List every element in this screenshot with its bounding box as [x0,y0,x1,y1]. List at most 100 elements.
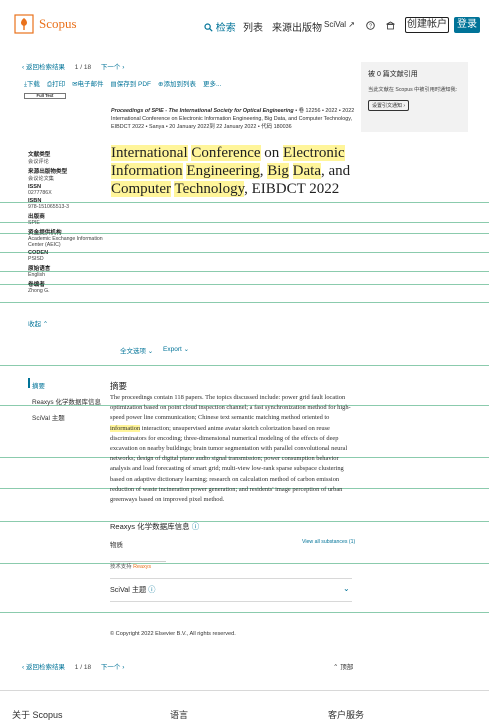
action-bar: ⤓下载 ⎙打印 ✉电子邮件 ▤保存到 PDF ⊕添加到列表 更多... [24,78,221,89]
metadata-value: 978-151065513-3 [28,204,69,210]
metadata-label: 资金提供机构 [28,228,104,236]
abstract-heading: 摘要 [110,381,128,391]
metadata-list: 文献类型 会议评论 来源出版物类型 会议论文集 ISSN 0277786X ISBN 978-… [28,150,104,296]
journal-link[interactable]: Proceedings of SPIE - The International … [111,108,294,114]
powered-by: 技术支持 Reaxys [110,564,152,570]
metadata-value: Zhong G. [28,288,50,294]
collapse-toggle[interactable]: 收起 ⌃ [28,318,48,328]
guide-line [0,521,489,522]
full-text-button[interactable]: Full Text [24,93,66,99]
cited-by-heading: 被 0 篇文献引用 [368,71,418,78]
footer-about: 关于 Scopus [12,710,63,720]
metadata-label: 出版商 [28,214,45,220]
substance-row [110,555,166,562]
nav-scival[interactable]: SciVal ↗ [324,20,355,29]
add-to-list-action[interactable]: ⊕添加到列表 [158,78,196,89]
abstract-highlight: information [110,424,141,432]
download-action[interactable]: ⤓下载 [24,78,40,89]
help-circle-icon[interactable]: ? [366,21,375,30]
full-text-options[interactable]: 全文选项 ⌄ [120,345,153,355]
title-highlight: International [111,145,188,161]
save-pdf-action[interactable]: ▤保存到 PDF [111,78,151,89]
elsevier-tree-icon [14,14,34,34]
metadata-value: 0277786X [28,190,52,196]
guide-line [0,222,489,223]
footer-divider [0,690,489,691]
pager-sep: / [80,64,83,71]
title-text: on [260,145,284,161]
title-highlight: Conference [191,145,261,161]
title-highlight: Engineering [186,163,260,179]
left-nav-reaxys[interactable]: Reaxys 化学数据库信息 [32,396,101,406]
metadata-value: Academic Exchange Information Center (AE… [28,236,103,248]
result-pager: ‹ 返回检索结果 1 / 18 下一个 › [22,61,124,71]
metadata-value: PSISD [28,256,44,262]
metadata-value: SPIE [28,220,40,226]
divider [110,578,352,579]
export-options[interactable]: Export ⌄ [163,345,189,353]
guide-line [0,612,489,613]
set-citation-alert-button[interactable]: 设置引文通知 › [368,100,410,112]
cited-by-box: 被 0 篇文献引用 当此文献在 Scopus 中被引用时通知我: 设置引文通知 … [361,62,468,132]
title-highlight: Technology [174,181,245,197]
title-highlight: Computer [111,181,171,197]
scival-heading: SciVal 主题 ⓘ [110,585,156,594]
reaxys-heading: Reaxys 化学数据库信息 ⓘ [110,522,200,531]
title-highlight: Information [111,163,183,179]
title-highlight: Electronic [283,145,345,161]
search-icon [204,23,213,32]
document-title: International Conference on Electronic I… [111,144,356,198]
guide-line [0,233,489,234]
title-highlight: Big [267,163,289,179]
more-action[interactable]: 更多... [203,78,221,89]
nav-lists[interactable]: 列表 [243,19,263,34]
metadata-label: 来源出版物类型 [28,169,68,175]
guide-line [0,284,489,285]
source-info: Proceedings of SPIE - The International … [111,108,356,131]
abstract-text: The proceedings contain 118 papers. The … [110,394,351,504]
bottom-pager: ‹ 返回检索结果 1 / 18 下一个 › [22,664,125,671]
arrow-up-icon: ⌃ [333,664,339,671]
bottom-back-link[interactable]: ‹ 返回检索结果 [22,664,65,671]
guide-line [0,365,489,366]
bottom-next-link[interactable]: 下一个 › [101,664,124,671]
guide-line [0,271,489,272]
title-text: , EIBDCT 2022 [244,181,340,197]
title-text: , and [320,163,351,179]
nav-sources[interactable]: 来源出版物 [272,19,322,34]
chevron-down-icon[interactable]: ⌄ [343,584,350,593]
divider [110,601,352,602]
institution-icon[interactable] [386,21,395,30]
cited-by-text: 当此文献在 Scopus 中被引用时通知我: [368,87,458,93]
metadata-label: 文献类型 [28,152,51,158]
info-icon[interactable]: ⓘ [192,522,200,531]
scopus-logo[interactable]: Scopus [14,14,77,34]
back-to-top-link[interactable]: ⌃ 顶部 [333,661,353,671]
login-button[interactable]: 登录 [454,17,480,33]
pager-total: 18 [83,64,92,71]
metadata-value: English [28,272,46,278]
svg-text:?: ? [369,23,372,29]
left-nav-abstract[interactable]: 摘要 [32,380,45,390]
pager-position: 1 [74,64,79,71]
nav-search[interactable]: 检索 [204,19,236,34]
guide-line [0,302,489,303]
left-nav-scival[interactable]: SciVal 主题 [32,412,65,422]
print-action[interactable]: ⎙打印 [47,78,65,89]
footer-customer-service: 客户服务 [328,710,365,720]
title-highlight: Data [292,163,321,179]
substances-label: 物质 [110,542,123,549]
create-account-button[interactable]: 创建帐户 [405,17,449,33]
footer-language: 语言 [170,710,189,720]
next-result-link[interactable]: 下一个 › [101,64,124,71]
guide-line [0,563,489,564]
email-action[interactable]: ✉电子邮件 [72,78,103,89]
guide-line [0,252,489,253]
view-all-substances-link[interactable]: View all substances (1) [302,539,355,545]
info-icon[interactable]: ⓘ [148,585,155,594]
back-to-results-link[interactable]: ‹ 返回检索结果 [22,64,65,71]
metadata-value: 会议论文集 [28,176,54,182]
copyright: © Copyright 2022 Elsevier B.V., All righ… [110,631,236,637]
logo-text: Scopus [39,16,77,31]
metadata-value: 会议评论 [28,159,49,165]
